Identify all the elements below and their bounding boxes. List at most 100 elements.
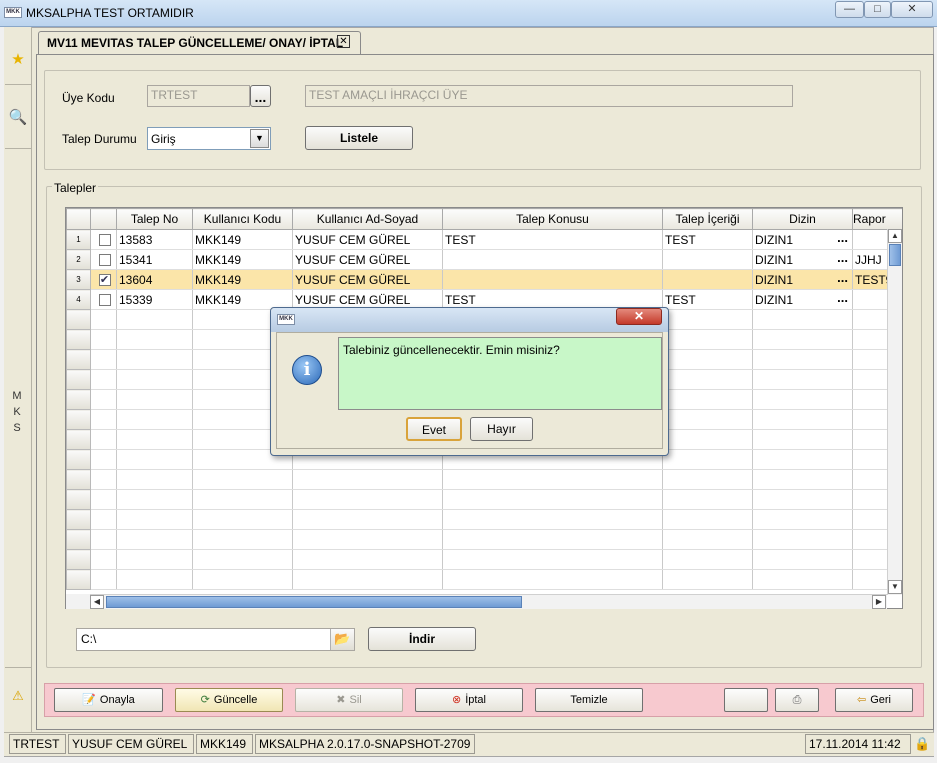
table-cell[interactable]: [752, 349, 853, 370]
uye-lookup-button[interactable]: ...: [250, 85, 271, 107]
table-cell[interactable]: [752, 409, 853, 430]
table-cell: [116, 429, 193, 450]
table-cell[interactable]: [752, 429, 853, 450]
search-icon[interactable]: 🔍: [7, 108, 29, 130]
table-cell[interactable]: DIZIN1...: [752, 269, 853, 290]
row-checkbox[interactable]: [98, 254, 111, 267]
table-cell[interactable]: [90, 229, 117, 250]
onayla-button[interactable]: 📝 Onayla: [54, 688, 163, 712]
table-cell[interactable]: [90, 489, 117, 510]
dizin-lookup-button[interactable]: ...: [837, 231, 848, 244]
header-talep-no[interactable]: Talep No: [116, 208, 193, 230]
dizin-lookup-button[interactable]: ...: [837, 271, 848, 284]
chevron-down-icon[interactable]: ▼: [250, 129, 269, 148]
dizin-lookup-button[interactable]: ...: [837, 291, 848, 304]
header-talep-icerigi[interactable]: Talep İçeriği: [662, 208, 753, 230]
horizontal-scroll-thumb[interactable]: [106, 596, 522, 608]
table-cell[interactable]: [752, 489, 853, 510]
table-cell[interactable]: [90, 449, 117, 470]
table-cell[interactable]: [752, 529, 853, 550]
table-cell[interactable]: [752, 309, 853, 330]
table-cell[interactable]: [90, 389, 117, 410]
table-row[interactable]: [66, 489, 902, 510]
vertical-scroll-thumb[interactable]: [889, 244, 901, 266]
table-cell[interactable]: [90, 329, 117, 350]
table-cell[interactable]: [752, 549, 853, 570]
table-cell[interactable]: [752, 569, 853, 590]
table-cell[interactable]: [90, 309, 117, 330]
table-horizontal-scrollbar[interactable]: ◀ ▶: [90, 594, 887, 609]
row-checkbox[interactable]: [98, 234, 111, 247]
listele-button[interactable]: Listele: [305, 126, 413, 150]
header-kullanici-ad-soyad[interactable]: Kullanıcı Ad-Soyad: [292, 208, 443, 230]
maximize-button[interactable]: □: [864, 1, 891, 18]
header-rapor[interactable]: Rapor: [852, 208, 902, 230]
row-checkbox[interactable]: [98, 294, 111, 307]
blank-action-button[interactable]: [724, 688, 768, 712]
guncelle-button[interactable]: ⟳ Güncelle: [175, 688, 283, 712]
scroll-right-icon[interactable]: ▶: [872, 595, 886, 609]
table-cell[interactable]: [752, 509, 853, 530]
table-cell: [192, 529, 293, 550]
table-cell[interactable]: [752, 389, 853, 410]
table-cell[interactable]: [752, 469, 853, 490]
dialog-close-button[interactable]: ✕: [616, 308, 662, 325]
table-row[interactable]: 3 ✔ 13604 MKK149 YUSUF CEM GÜREL DIZIN1... TES…: [66, 269, 902, 290]
tab-mv11[interactable]: MV11 MEVITAS TALEP GÜNCELLEME/ ONAY/ İPT…: [38, 31, 361, 54]
table-cell[interactable]: [90, 349, 117, 370]
table-row[interactable]: [66, 469, 902, 490]
uye-name-field: TEST AMAÇLI İHRAÇCI ÜYE: [305, 85, 793, 107]
print-icon[interactable]: ⎙: [775, 688, 819, 712]
row-checkbox[interactable]: ✔: [98, 274, 111, 287]
dizin-lookup-button[interactable]: ...: [837, 251, 848, 264]
table-row[interactable]: 1 13583 MKK149 YUSUF CEM GÜREL TEST TEST DIZIN…: [66, 229, 902, 250]
tab-close-icon[interactable]: ✕: [337, 35, 350, 48]
sil-button[interactable]: ✖ Sil: [295, 688, 403, 712]
table-row[interactable]: [66, 509, 902, 530]
table-cell[interactable]: [752, 329, 853, 350]
favorites-star-icon[interactable]: ★: [7, 50, 29, 72]
table-row[interactable]: [66, 569, 902, 590]
scroll-up-icon[interactable]: ▲: [888, 229, 902, 243]
geri-button[interactable]: ⇦ Geri: [835, 688, 913, 712]
header-kullanici-kodu[interactable]: Kullanıcı Kodu: [192, 208, 293, 230]
table-cell[interactable]: [90, 289, 117, 310]
table-cell[interactable]: [90, 529, 117, 550]
table-cell[interactable]: [752, 369, 853, 390]
table-cell[interactable]: [90, 549, 117, 570]
table-row[interactable]: [66, 529, 902, 550]
table-cell[interactable]: [90, 369, 117, 390]
talep-durumu-select[interactable]: Giriş ▼: [147, 127, 271, 150]
warning-icon[interactable]: ⚠: [7, 688, 29, 710]
indir-button[interactable]: İndir: [368, 627, 476, 651]
table-cell[interactable]: ✔: [90, 269, 117, 290]
table-row[interactable]: 2 15341 MKK149 YUSUF CEM GÜREL DIZIN1... JJHJ: [66, 249, 902, 270]
hayir-button[interactable]: Hayır: [470, 417, 533, 441]
scroll-down-icon[interactable]: ▼: [888, 580, 902, 594]
download-path-input[interactable]: C:\ 📂: [76, 628, 355, 651]
minimize-button[interactable]: —: [835, 1, 864, 18]
folder-open-icon[interactable]: 📂: [330, 629, 354, 650]
table-cell[interactable]: [90, 469, 117, 490]
table-cell[interactable]: DIZIN1...: [752, 229, 853, 250]
table-row[interactable]: [66, 549, 902, 570]
table-cell[interactable]: [90, 409, 117, 430]
table-cell[interactable]: [90, 509, 117, 530]
header-dizin[interactable]: Dizin: [752, 208, 853, 230]
table-cell[interactable]: [90, 569, 117, 590]
table-vertical-scrollbar[interactable]: ▲ ▼: [887, 229, 902, 595]
table-cell[interactable]: [752, 449, 853, 470]
row-number: [66, 529, 91, 550]
iptal-button[interactable]: ⊗ İptal: [415, 688, 523, 712]
header-talep-konusu[interactable]: Talep Konusu: [442, 208, 663, 230]
table-cell[interactable]: DIZIN1...: [752, 289, 853, 310]
scroll-left-icon[interactable]: ◀: [90, 595, 104, 609]
temizle-button[interactable]: Temizle: [535, 688, 643, 712]
close-window-button[interactable]: ✕: [891, 1, 933, 18]
table-cell: [192, 509, 293, 530]
table-cell[interactable]: [90, 429, 117, 450]
table-cell[interactable]: DIZIN1...: [752, 249, 853, 270]
evet-button[interactable]: Evet: [406, 417, 462, 441]
table-cell[interactable]: [90, 249, 117, 270]
table-cell: [116, 349, 193, 370]
